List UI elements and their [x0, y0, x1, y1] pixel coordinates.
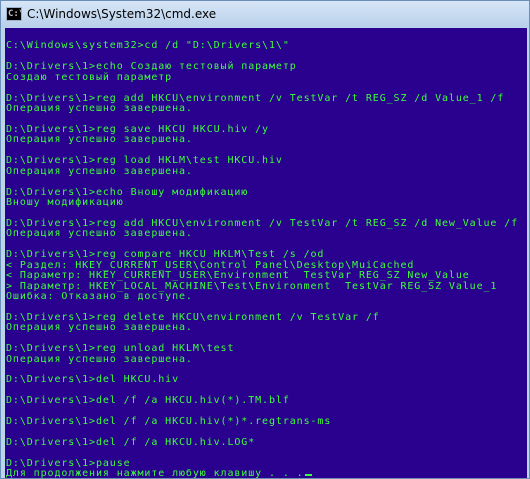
console-output-area[interactable]: C:\Windows\system32>cd /d "D:\Drivers\1\…: [5, 28, 527, 478]
console-line: C:\Windows\system32>cd /d "D:\Drivers\1\…: [6, 40, 290, 52]
console-line: Вношу модификацию: [6, 197, 124, 208]
console-line: Для продолжения нажмите любую клавишу . …: [6, 468, 518, 478]
console-line: D:\Drivers\1>reg unload HKLM\test: [6, 343, 235, 355]
console-line: D:\Drivers\1>del /f /a HKCU.hiv.LOG*: [6, 437, 256, 449]
console-line: D:\Drivers\1>del HKCU.hiv: [6, 374, 180, 386]
console-line: Создаю тестовый параметр: [6, 71, 173, 83]
console-line: Операция успешно завершена.: [6, 322, 193, 334]
console-line: Операция успешно завершена.: [6, 103, 193, 115]
console-line: D:\Drivers\1>del /f /a HKCU.hiv(*).TM.bl…: [6, 395, 290, 407]
console-line: Операция успешно завершена.: [6, 228, 193, 240]
text-cursor: [304, 474, 312, 477]
cmd-window: C:\ C:\Windows\System32\cmd.exe C:\Windo…: [0, 0, 530, 479]
console-line: Операция успешно завершена.: [6, 353, 193, 365]
console-line: D:\Drivers\1>del /f /a HKCU.hiv(*)*.regt…: [6, 416, 332, 428]
console-line: < Параметр: HKEY_CURRENT_USER\Environmen…: [6, 270, 470, 282]
window-title: C:\Windows\System32\cmd.exe: [27, 7, 217, 21]
console-line: Операция успешно завершена.: [6, 165, 193, 177]
title-bar[interactable]: C:\ C:\Windows\System32\cmd.exe: [1, 1, 529, 27]
console-line: Операция успешно завершена.: [6, 134, 193, 146]
console-lines: C:\Windows\system32>cd /d "D:\Drivers\1\…: [6, 31, 518, 478]
cmd-app-icon[interactable]: C:\: [6, 7, 22, 21]
console-line: Ошибка: Отказано в доступе.: [6, 290, 193, 302]
